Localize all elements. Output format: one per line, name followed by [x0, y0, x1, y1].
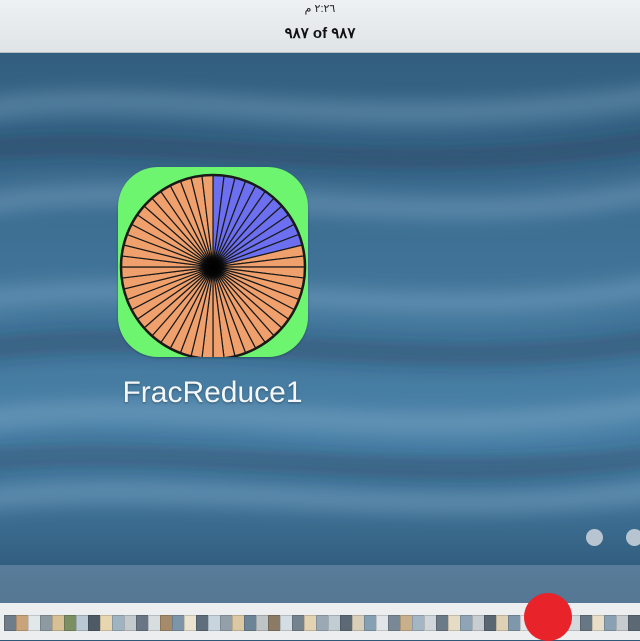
scrubber-knob[interactable] [524, 593, 572, 641]
status-time: ٢:٢٦ م [304, 3, 336, 15]
page-dot[interactable] [626, 529, 640, 546]
fracreduce-app-icon[interactable] [118, 167, 308, 357]
pie-center [197, 251, 229, 283]
photo-thumbnail[interactable] [628, 615, 640, 631]
photo-counter-title: ٩٨٧ of ٩٨٧ [284, 25, 356, 42]
home-screen-wallpaper [0, 0, 640, 640]
app-label: FracReduce1 [122, 376, 303, 409]
fraction-pie-icon [119, 173, 307, 357]
page-dot[interactable] [586, 529, 603, 546]
top-navigation-bar: ٢:٢٦ م ٩٨٧ of ٩٨٧ [0, 0, 640, 53]
